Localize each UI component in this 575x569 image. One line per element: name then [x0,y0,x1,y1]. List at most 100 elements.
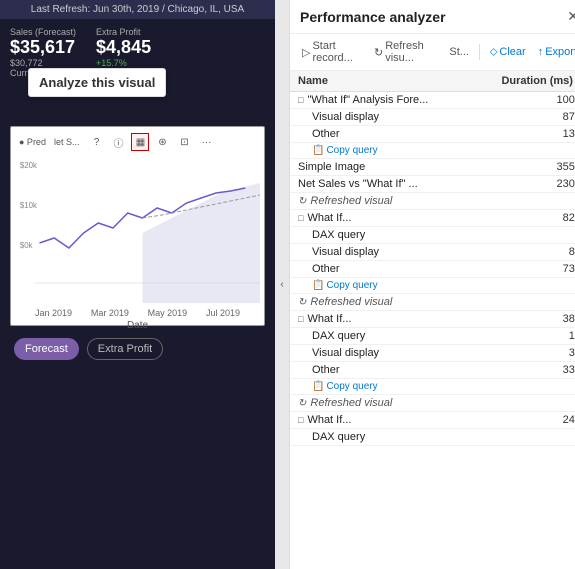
toolbar-separator-1 [479,44,480,60]
export-button[interactable]: ↑ Export [534,44,575,60]
row-name: Visual display [312,347,531,359]
row-duration: 1009 [531,94,575,106]
row-name: Other [312,364,531,376]
table-row: Visual display 870 [290,109,575,126]
row-name: DAX query [312,229,531,241]
svg-text:$10k: $10k [20,201,37,210]
copy-icon: 📋 [312,381,324,392]
panel-collapse-btn[interactable]: ‹ [275,0,289,569]
metric-profit-label: Extra Profit [96,27,154,37]
copy-query-button[interactable]: 📋 Copy query [312,280,378,291]
chart-icon-filter[interactable]: ⊛ [153,133,171,151]
chart-toolbar: ● Pred let S... ? ⓘ ▦ ⊛ ⊡ ··· [15,131,260,153]
clear-icon: ⬦ [490,46,498,59]
close-button[interactable]: ✕ [567,8,575,25]
chart-icon-question[interactable]: ? [87,133,105,151]
top-bar: Last Refresh: Jun 30th, 2019 / Chicago, … [0,0,275,19]
svg-text:$20k: $20k [20,161,37,170]
filter-extra-profit[interactable]: Extra Profit [87,338,163,360]
metric-profit-change: +15.7% [96,58,154,68]
copy-icon: 📋 [312,280,324,291]
table-row: □ What If... 247 [290,412,575,429]
row-duration: 139 [531,128,575,140]
perf-table: □ "What If" Analysis Fore... 1009 Visual… [290,92,575,569]
row-duration: - [531,296,575,308]
analyze-tooltip: Analyze this visual [28,68,166,97]
topbar-text: Last Refresh: Jun 30th, 2019 / Chicago, … [31,4,244,15]
start-button[interactable]: St... [445,44,473,60]
row-name: Visual display [312,111,531,123]
panel-toolbar: ▷ Start record... ↻ Refresh visu... St..… [290,34,575,71]
export-label: Export [545,46,575,58]
col-duration-header: Duration (ms) ↓ [501,75,575,87]
copy-query-button[interactable]: 📋 Copy query [312,381,378,392]
row-name: Other [312,263,531,275]
chart-pred-label: ● Pred [19,137,46,147]
expand-icon[interactable]: □ [298,213,303,223]
table-row: □ What If... 828 [290,210,575,227]
chart-icon-table[interactable]: ▦ [131,133,149,151]
row-name: Other [312,128,531,140]
row-duration: 870 [531,111,575,123]
row-duration: 8 [531,229,575,241]
row-name-text: What If... [307,313,351,325]
record-label: Start record... [312,40,362,64]
row-name-text: What If... [307,414,351,426]
refresh-button[interactable]: ↻ Refresh visu... [370,38,441,66]
row-duration: 247 [531,414,575,426]
row-name: Visual display [312,246,531,258]
table-row: DAX query 5 [290,429,575,446]
right-panel: Performance analyzer ✕ ▷ Start record...… [289,0,575,569]
copy-label: Copy query [326,381,377,392]
metric-sales-label: Sales (Forecast) [10,27,76,37]
row-name: ↻ Refreshed visual [298,195,531,207]
chart-icon-more[interactable]: ··· [197,133,215,151]
record-button[interactable]: ▷ Start record... [298,38,366,66]
table-row: Net Sales vs "What If" ... 2305 [290,176,575,193]
table-row: □ "What If" Analysis Fore... 1009 [290,92,575,109]
table-row: Other 332 [290,362,575,379]
table-row: ↻ Refreshed visual - [290,395,575,412]
filter-forecast[interactable]: Forecast [14,338,79,360]
clear-button[interactable]: ⬦ Clear [486,44,530,61]
refresh-icon: ↻ [374,46,383,59]
expand-icon[interactable]: □ [298,314,303,324]
clear-label: Clear [499,46,525,58]
row-name: DAX query [312,431,531,443]
expand-icon[interactable]: □ [298,95,303,105]
chart-date-3: May 2019 [148,308,188,318]
row-duration: 380 [531,313,575,325]
chart-x-axis-label: Date [127,320,148,331]
row-name: □ "What If" Analysis Fore... [298,94,531,106]
chart-date-2: Mar 2019 [91,308,129,318]
row-name: □ What If... [298,212,531,224]
row-duration: 3553 [531,161,575,173]
row-name: ↻ Refreshed visual [298,296,531,308]
row-duration: 2305 [531,178,575,190]
table-row: ↻ Refreshed visual - [290,294,575,311]
table-row: Visual display 84 [290,244,575,261]
col-name-header: Name [298,75,328,87]
row-name-text: "What If" Analysis Fore... [307,94,428,106]
chart-icon-focus[interactable]: ⊡ [175,133,193,151]
table-header: Name Duration (ms) ↓ [290,71,575,92]
metric-profit-value: $4,845 [96,37,154,58]
left-panel: Last Refresh: Jun 30th, 2019 / Chicago, … [0,0,275,569]
refresh-small-icon: ↻ [298,196,306,207]
table-row: 📋 Copy query [290,379,575,395]
row-name: □ What If... [298,414,531,426]
chart-x-label: Jan 2019 Mar 2019 May 2019 Jul 2019 Date [15,308,260,331]
chart-icon-info[interactable]: ⓘ [109,133,127,151]
copy-query-button[interactable]: 📋 Copy query [312,145,378,156]
copy-label: Copy query [326,280,377,291]
table-row: DAX query 8 [290,227,575,244]
row-name: DAX query [312,330,531,342]
row-name: □ What If... [298,313,531,325]
chart-svg: $20k $10k $0k [15,153,260,303]
expand-icon[interactable]: □ [298,415,303,425]
table-row: 📋 Copy query [290,143,575,159]
refresh-small-icon: ↻ [298,398,306,409]
table-row: ↻ Refreshed visual - [290,193,575,210]
row-duration: 84 [531,246,575,258]
row-duration: 10 [531,330,575,342]
